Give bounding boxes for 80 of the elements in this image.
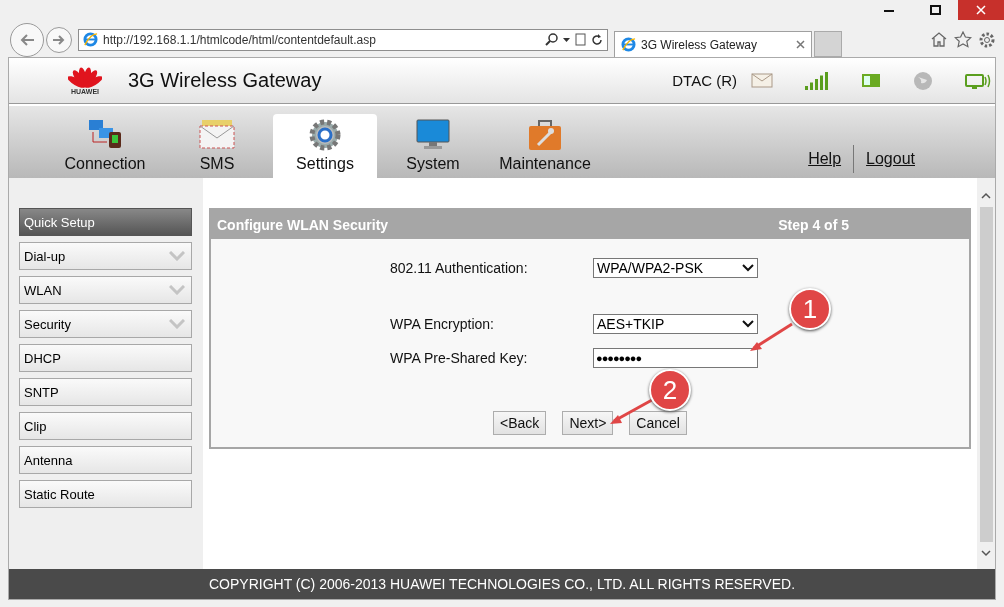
form-button[interactable]: <Back	[493, 411, 547, 435]
sidebar-label: Quick Setup	[24, 214, 95, 230]
settings-icon[interactable]	[978, 30, 996, 49]
nav-tab[interactable]: System	[377, 114, 489, 178]
back-button[interactable]	[10, 22, 44, 57]
network-computers-icon	[87, 118, 123, 150]
select-field[interactable]: AES+TKIP	[593, 314, 758, 334]
maximize-icon	[929, 5, 941, 15]
site-title: 3G Wireless Gateway	[128, 69, 322, 92]
arrow-left-icon	[19, 32, 35, 47]
field-label: 802.11 Authentication:	[390, 260, 529, 276]
flower-logo-icon	[68, 66, 102, 88]
monitor-icon	[415, 118, 451, 150]
refresh-icon[interactable]	[591, 33, 603, 46]
sidebar-item[interactable]: Clip	[19, 412, 192, 440]
field-label: WPA Encryption:	[390, 316, 495, 332]
url-text: http://192.168.1.1/htmlcode/html/contentdefault.asp	[103, 32, 377, 47]
scrollbar[interactable]	[977, 178, 995, 569]
page-icon[interactable]	[575, 33, 586, 46]
sim-card-icon	[861, 73, 881, 88]
nav-tab[interactable]: SMS	[161, 114, 273, 178]
sidebar-item[interactable]: SNTP	[19, 378, 192, 406]
help-link[interactable]: Help	[796, 150, 854, 168]
sidebar-item[interactable]: DHCP	[19, 344, 192, 372]
sidebar-label: Dial-up	[24, 248, 66, 264]
sidebar-item[interactable]: WLAN	[19, 276, 192, 304]
scroll-down-icon[interactable]	[981, 550, 991, 557]
minimize-icon	[884, 8, 894, 12]
browser-tab[interactable]: 3G Wireless Gateway	[614, 31, 812, 57]
close-tab-icon[interactable]	[796, 40, 805, 49]
globe-icon	[913, 70, 933, 91]
password-field[interactable]: ●●●●●●●●	[593, 348, 758, 368]
field-label: WPA Pre-Shared Key:	[390, 350, 529, 366]
star-icon[interactable]	[954, 30, 972, 48]
sidebar-label: WLAN	[24, 282, 62, 298]
sidebar-item[interactable]: Quick Setup	[19, 208, 192, 236]
operator-name: DTAC (R)	[672, 72, 737, 89]
form-button[interactable]: Cancel	[629, 411, 687, 435]
connection-status-icon	[965, 71, 991, 90]
step-indicator: Step 4 of 5	[778, 216, 849, 233]
home-icon[interactable]	[930, 30, 948, 47]
sidebar-item[interactable]: Security	[19, 310, 192, 338]
chevron-down-icon	[169, 319, 185, 329]
sidebar-label: Clip	[24, 418, 47, 434]
dropdown-icon[interactable]	[563, 37, 570, 42]
toolbox-icon	[527, 118, 563, 152]
sidebar-label: Static Route	[24, 486, 95, 502]
caret-icon	[742, 320, 754, 328]
sidebar-label: SNTP	[24, 384, 59, 400]
chevron-down-icon	[169, 251, 185, 261]
select-field[interactable]: WPA/WPA2-PSK	[593, 258, 758, 278]
arrow-right-icon	[52, 33, 66, 46]
sidebar-item[interactable]: Dial-up	[19, 242, 192, 270]
chevron-down-icon	[169, 285, 185, 295]
panel-title: Configure WLAN Security	[217, 216, 389, 233]
signal-icon	[805, 71, 829, 90]
forward-button[interactable]	[46, 26, 72, 53]
sidebar-label: DHCP	[24, 350, 61, 366]
browser-logo-icon	[83, 32, 98, 47]
browser-logo-icon	[621, 37, 636, 52]
sidebar-item[interactable]: Antenna	[19, 446, 192, 474]
nav-tab[interactable]: Settings	[273, 114, 377, 178]
form-button[interactable]: Next>	[562, 411, 614, 435]
scroll-up-icon[interactable]	[981, 192, 991, 199]
nav-tab[interactable]: Connection	[49, 114, 161, 178]
search-icon[interactable]	[545, 33, 558, 46]
tab-title: 3G Wireless Gateway	[641, 37, 759, 52]
sidebar-label: Security	[24, 316, 71, 332]
scroll-thumb[interactable]	[979, 207, 993, 542]
envelope-icon	[198, 118, 236, 150]
caret-icon	[742, 264, 754, 272]
close-icon	[976, 5, 986, 15]
logout-link[interactable]: Logout	[854, 150, 927, 168]
annotation-arrow	[748, 322, 794, 354]
sidebar-item[interactable]: Static Route	[19, 480, 192, 508]
gear-icon	[308, 118, 342, 152]
copyright-footer: COPYRIGHT (C) 2006-2013 HUAWEI TECHNOLOGIES CO., LTD. ALL RIGHTS RESERVED.	[9, 569, 995, 599]
address-bar[interactable]: http://192.168.1.1/htmlcode/html/contentdefault.asp	[78, 28, 608, 51]
nav-tab[interactable]: Maintenance	[489, 114, 601, 178]
sidebar-label: Antenna	[24, 452, 73, 468]
